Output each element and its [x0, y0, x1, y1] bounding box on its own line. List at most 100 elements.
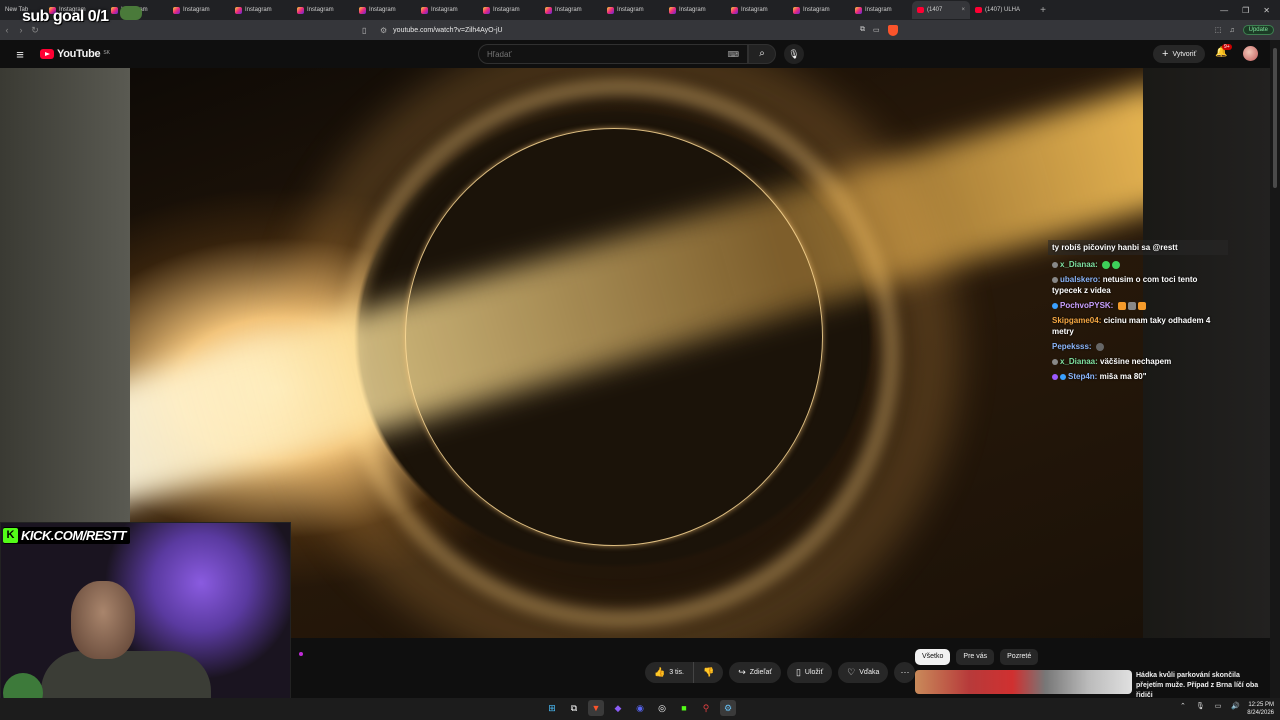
- tab-instagram[interactable]: Instagram: [292, 1, 354, 19]
- more-actions-button[interactable]: ···: [894, 662, 916, 683]
- tray-chevron-icon[interactable]: ⌃: [1180, 702, 1186, 710]
- clock-time: 12:25 PM: [1248, 702, 1274, 708]
- like-button[interactable]: 👍 3 tis.: [645, 662, 695, 683]
- instagram-icon: [173, 6, 180, 14]
- media-icon[interactable]: ♫: [1229, 27, 1234, 34]
- instagram-icon: [111, 6, 118, 14]
- network-icon[interactable]: ▭: [1215, 702, 1222, 710]
- chip-for-you[interactable]: Pre vás: [956, 649, 995, 665]
- chat-message: Step4n: miša ma 80": [1052, 371, 1228, 382]
- reload-icon[interactable]: ↻: [28, 25, 42, 36]
- chip-watched[interactable]: Pozreté: [1000, 649, 1039, 665]
- tab-instagram[interactable]: Instagram: [850, 1, 912, 19]
- notification-badge: 9+: [1222, 44, 1232, 50]
- system-clock[interactable]: 12:25 PM 8/24/2026: [1236, 701, 1274, 717]
- kick-banner: K KICK.COM/RESTT: [3, 527, 130, 544]
- search-button[interactable]: ⌕: [748, 44, 776, 64]
- tab-instagram[interactable]: Instagram: [416, 1, 478, 19]
- chat-message: Skipgame04: cicinu mam taky odhadem 4 me…: [1052, 315, 1228, 337]
- voice-search-button[interactable]: 🎙: [784, 44, 804, 64]
- bookmark-icon: ▯: [795, 667, 801, 677]
- microphone-icon: 🎙: [788, 49, 800, 59]
- tab-label: Instagram: [245, 7, 272, 13]
- back-icon[interactable]: ‹: [0, 25, 14, 35]
- cast-icon[interactable]: ▭: [873, 26, 880, 34]
- search-box: ⌨: [478, 44, 748, 64]
- close-tab-icon[interactable]: ×: [961, 7, 965, 13]
- user-badge-icon: [1052, 261, 1058, 268]
- webcam-feed: K KICK.COM/RESTT: [0, 522, 291, 720]
- chat-text: ty robíš pičoviny hanbi sa @restt: [1052, 243, 1178, 252]
- new-tab-button[interactable]: +: [1032, 5, 1054, 16]
- avatar[interactable]: [1243, 46, 1258, 61]
- map-pin-icon[interactable]: ⚲: [698, 700, 714, 716]
- clock-date: 8/24/2026: [1247, 710, 1274, 716]
- instagram-icon: [483, 6, 490, 14]
- thanks-button[interactable]: ♡ Vďaka: [838, 662, 889, 683]
- scrollbar-thumb[interactable]: [1273, 48, 1277, 188]
- country-code: SK: [103, 50, 110, 56]
- update-button[interactable]: Update: [1242, 25, 1274, 35]
- maximize-icon[interactable]: ❐: [1242, 6, 1249, 15]
- photon-ring: [405, 128, 823, 546]
- recommendation-title[interactable]: Hádka kvůli parkování skončila přejetím …: [1136, 671, 1268, 701]
- chat-message: PochvoPYSK:: [1052, 300, 1228, 311]
- kick-url: KICK.COM/RESTT: [21, 528, 126, 543]
- dislike-button[interactable]: 👎: [694, 662, 724, 683]
- windows-start-icon[interactable]: ⊞: [544, 700, 560, 716]
- brave-browser-icon[interactable]: ▼: [588, 700, 604, 716]
- taskbar-apps: ⊞ ⧉ ▼ ◆ ◉ ◎ ■ ⚲ ⚙: [544, 700, 736, 716]
- keyboard-icon[interactable]: ⌨: [727, 50, 739, 59]
- chat-message: Pepeksss:: [1052, 341, 1228, 352]
- extensions-icon[interactable]: ⬚: [1215, 26, 1222, 34]
- create-label: Vytvoriť: [1172, 50, 1197, 58]
- instagram-icon: [235, 6, 242, 14]
- close-window-icon[interactable]: ✕: [1263, 6, 1270, 15]
- minimize-icon[interactable]: —: [1220, 6, 1228, 15]
- tab-youtube-active[interactable]: (1407 ×: [912, 1, 970, 19]
- site-settings-icon[interactable]: ⚙: [380, 26, 387, 35]
- url-field[interactable]: ⚙ youtube.com/watch?v=Zilh4AyO-jU: [380, 23, 900, 37]
- save-button[interactable]: ▯ Uložiť: [786, 662, 833, 683]
- search-input[interactable]: [487, 49, 717, 59]
- discord-icon[interactable]: ◉: [632, 700, 648, 716]
- instagram-icon: [855, 6, 862, 14]
- bookmark-icon[interactable]: ▯: [362, 26, 374, 35]
- chat-username: x_Dianaa:: [1060, 357, 1098, 366]
- kick-icon[interactable]: ■: [676, 700, 692, 716]
- tab-label: Instagram: [555, 7, 582, 13]
- sub-goal-overlay: sub goal 0/1: [22, 8, 109, 25]
- menu-icon[interactable]: ≡: [0, 47, 40, 62]
- share-label: Zdieľať: [749, 669, 772, 676]
- microphone-icon[interactable]: 🎙: [1196, 702, 1205, 710]
- translate-icon[interactable]: ⧉: [860, 26, 865, 34]
- tab-instagram[interactable]: Instagram: [726, 1, 788, 19]
- tab-label: Instagram: [369, 7, 396, 13]
- obs-icon[interactable]: ◎: [654, 700, 670, 716]
- tab-instagram[interactable]: Instagram: [478, 1, 540, 19]
- chat-text: väčšine nechapem: [1100, 357, 1172, 366]
- emote-icon: [1137, 301, 1146, 310]
- tab-youtube[interactable]: (1407) ULHA: [970, 1, 1032, 19]
- create-button[interactable]: + Vytvoriť: [1153, 45, 1206, 63]
- brave-shields-icon[interactable]: [887, 24, 898, 36]
- chip-all[interactable]: Všetko: [915, 649, 951, 665]
- tab-instagram[interactable]: Instagram: [664, 1, 726, 19]
- emote-icon: [1102, 260, 1111, 269]
- app-icon[interactable]: ◆: [610, 700, 626, 716]
- tab-instagram[interactable]: Instagram: [354, 1, 416, 19]
- tab-instagram[interactable]: Instagram: [230, 1, 292, 19]
- steam-icon[interactable]: ⚙: [720, 700, 736, 716]
- tab-instagram[interactable]: Instagram: [168, 1, 230, 19]
- share-button[interactable]: ↪ Zdieľať: [729, 662, 781, 683]
- tab-instagram[interactable]: Instagram: [602, 1, 664, 19]
- browser-tab-strip: New Tab Instagram Instagram Instagram In…: [0, 0, 1280, 20]
- forward-icon[interactable]: ›: [14, 25, 28, 35]
- tab-instagram[interactable]: Instagram: [540, 1, 602, 19]
- chat-message: x_Dianaa: väčšine nechapem: [1052, 356, 1228, 367]
- tab-instagram[interactable]: Instagram: [788, 1, 850, 19]
- recommendation-thumbnail[interactable]: [915, 670, 1132, 694]
- youtube-logo[interactable]: YouTube SK: [40, 48, 110, 60]
- page-scrollbar[interactable]: [1270, 40, 1280, 700]
- task-view-icon[interactable]: ⧉: [566, 700, 582, 716]
